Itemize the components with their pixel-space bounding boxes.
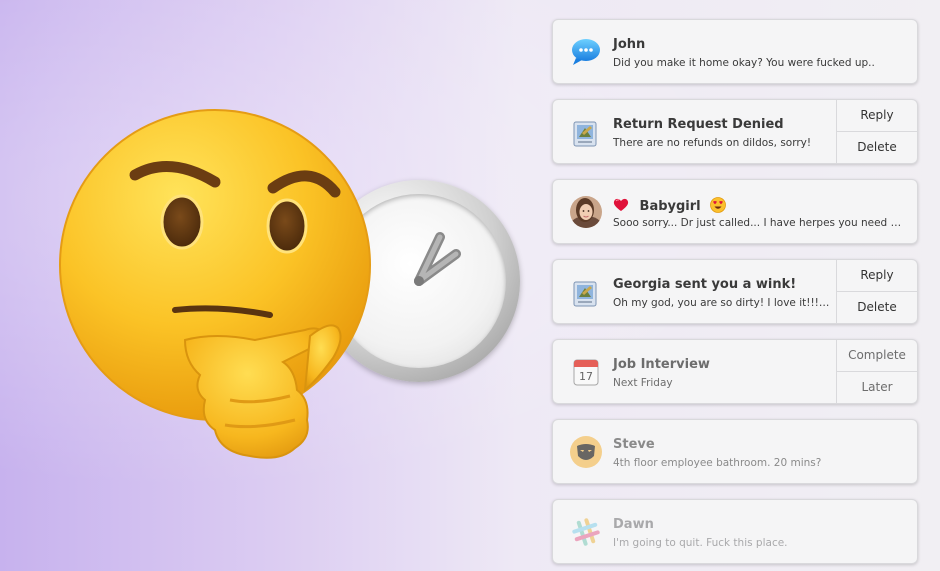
messages-icon bbox=[570, 36, 602, 68]
reply-button[interactable]: Reply bbox=[837, 100, 917, 131]
later-button[interactable]: Later bbox=[837, 371, 917, 403]
notification-john[interactable]: John Did you make it home okay? You were… bbox=[552, 19, 918, 84]
notification-actions: Complete Later bbox=[836, 340, 917, 403]
notification-body: Sooo sorry... Dr just called... I have h… bbox=[613, 217, 903, 229]
notification-body: I'm going to quit. Fuck this place. bbox=[613, 537, 788, 549]
notification-title-row: Babygirl bbox=[613, 197, 727, 217]
notification-actions: Reply Delete bbox=[836, 260, 917, 323]
notification-babygirl[interactable]: Babygirl Sooo sorry... Dr just called...… bbox=[552, 179, 918, 244]
notification-body: There are no refunds on dildos, sorry! bbox=[613, 137, 812, 149]
slack-icon bbox=[570, 516, 602, 548]
delete-button[interactable]: Delete bbox=[837, 291, 917, 323]
notification-body: Oh my god, you are so dirty! I love it!!… bbox=[613, 297, 833, 309]
notification-title: Dawn bbox=[613, 517, 654, 532]
notification-title: Return Request Denied bbox=[613, 117, 784, 132]
notification-title: Babygirl bbox=[639, 199, 701, 214]
heart-icon bbox=[613, 198, 629, 216]
notification-body: 4th floor employee bathroom. 20 mins? bbox=[613, 457, 822, 469]
notification-title: Steve bbox=[613, 437, 655, 452]
notification-job-interview[interactable]: 17 Job Interview Next Friday Complete La… bbox=[552, 339, 918, 404]
notification-title: Georgia sent you a wink! bbox=[613, 277, 797, 292]
heart-eyes-emoji-icon bbox=[710, 197, 727, 217]
mail-icon bbox=[570, 116, 602, 148]
notification-title: Job Interview bbox=[613, 357, 710, 372]
mail-icon bbox=[570, 276, 602, 308]
grindr-mask-icon bbox=[570, 436, 602, 468]
reply-button[interactable]: Reply bbox=[837, 260, 917, 291]
delete-button[interactable]: Delete bbox=[837, 131, 917, 163]
calendar-day: 17 bbox=[579, 370, 593, 383]
notification-return-request[interactable]: Return Request Denied There are no refun… bbox=[552, 99, 918, 164]
notification-body: Did you make it home okay? You were fuck… bbox=[613, 57, 875, 69]
notification-steve[interactable]: Steve 4th floor employee bathroom. 20 mi… bbox=[552, 419, 918, 484]
thinking-face-emoji bbox=[55, 100, 405, 480]
notification-title: John bbox=[613, 37, 646, 52]
notification-georgia[interactable]: Georgia sent you a wink! Oh my god, you … bbox=[552, 259, 918, 324]
notification-dawn[interactable]: Dawn I'm going to quit. Fuck this place. bbox=[552, 499, 918, 564]
complete-button[interactable]: Complete bbox=[837, 340, 917, 371]
calendar-icon: 17 bbox=[570, 356, 602, 388]
notification-actions: Reply Delete bbox=[836, 100, 917, 163]
avatar bbox=[570, 196, 602, 228]
notification-body: Next Friday bbox=[613, 377, 673, 389]
